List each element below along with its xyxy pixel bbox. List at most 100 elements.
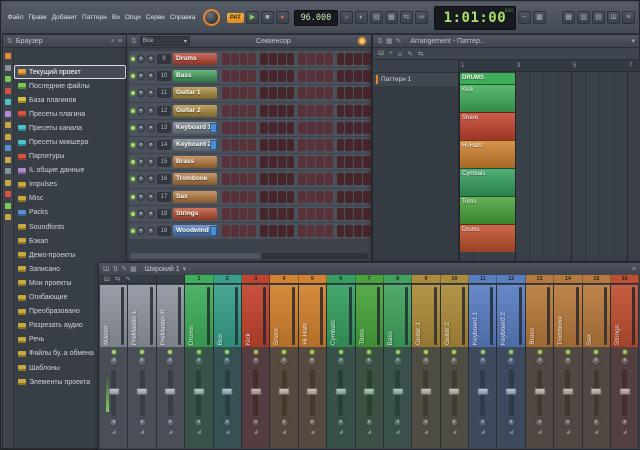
stereo-sep-knob[interactable] xyxy=(251,418,260,427)
step-cell[interactable] xyxy=(345,208,353,220)
browser-category-icon[interactable] xyxy=(5,76,11,82)
mixer-strip-name-area[interactable]: Guitar 2 xyxy=(441,285,468,347)
mixer-pan-knob[interactable] xyxy=(137,356,147,366)
step-cell[interactable] xyxy=(307,53,315,65)
time-display[interactable]: 1:01:00 BAR xyxy=(434,6,516,30)
step-cell[interactable] xyxy=(278,122,286,134)
mixer-strip-tab[interactable]: 13 xyxy=(526,275,554,283)
mixer-pan-knob[interactable] xyxy=(222,356,232,366)
step-cell[interactable] xyxy=(298,173,306,185)
mixer-strip-name-area[interactable]: Toms xyxy=(356,285,383,347)
step-cell[interactable] xyxy=(278,53,286,65)
channel-enable-led[interactable] xyxy=(131,229,135,233)
volume-fader[interactable] xyxy=(509,370,514,416)
browser-menu-icon[interactable]: ≡ xyxy=(118,35,122,48)
step-cell[interactable] xyxy=(287,53,295,65)
step-cell[interactable] xyxy=(345,225,353,237)
stereo-sep-knob[interactable] xyxy=(223,418,232,427)
step-cell[interactable] xyxy=(298,122,306,134)
channel-rack-toggle-icon[interactable]: ▤ xyxy=(592,11,605,24)
channel-pan-knob[interactable] xyxy=(137,72,145,80)
step-cell[interactable] xyxy=(287,105,295,117)
channel-button[interactable]: Sax xyxy=(173,191,217,203)
mixer-pan-knob[interactable] xyxy=(393,356,403,366)
menu-item[interactable]: Ви xyxy=(109,12,122,23)
step-cell[interactable] xyxy=(307,105,315,117)
mixer-strip[interactable]: Keyboard 2 ◢ xyxy=(497,285,525,448)
mixer-grid-icon[interactable]: ▦ xyxy=(130,263,137,276)
mixer-mute-led[interactable] xyxy=(538,350,542,354)
mixer-pencil-icon[interactable]: ✎ xyxy=(121,263,127,276)
fader-handle[interactable] xyxy=(250,388,261,395)
step-cell[interactable] xyxy=(248,105,256,117)
channel-volume-knob[interactable] xyxy=(147,210,155,218)
mixer-mute-led[interactable] xyxy=(594,350,598,354)
fader-handle[interactable] xyxy=(534,388,545,395)
rack-led-glow[interactable] xyxy=(357,36,367,46)
browser-item[interactable]: База плагинов xyxy=(14,93,126,107)
channel-enable-led[interactable] xyxy=(131,143,135,147)
mixer-strip-name-area[interactable]: Bass xyxy=(384,285,411,347)
step-cell[interactable] xyxy=(337,139,345,151)
step-cell[interactable] xyxy=(222,208,230,220)
fader-handle[interactable] xyxy=(449,388,460,395)
playlist-menu-icon[interactable]: ▾ xyxy=(631,35,635,48)
fader-handle[interactable] xyxy=(137,388,148,395)
step-cell[interactable] xyxy=(278,105,286,117)
step-cell[interactable] xyxy=(345,105,353,117)
picker-toggle-icon[interactable]: Ш xyxy=(378,50,384,57)
stereo-sep-knob[interactable] xyxy=(421,418,430,427)
step-cell[interactable] xyxy=(269,87,277,99)
mixer-strip-name-area[interactable]: Cymbals xyxy=(327,285,354,347)
mixer-mute-led[interactable] xyxy=(254,350,258,354)
step-cell[interactable] xyxy=(354,70,362,82)
step-cell[interactable] xyxy=(248,70,256,82)
mixer-pan-knob[interactable] xyxy=(251,356,261,366)
menu-item[interactable]: Паттерн xyxy=(80,12,110,23)
snap-icon[interactable]: ⇆ xyxy=(400,11,413,24)
step-cell[interactable] xyxy=(269,70,277,82)
step-cell[interactable] xyxy=(231,225,239,237)
mixer-strip[interactable]: Bass ◢ xyxy=(384,285,412,448)
fader-handle[interactable] xyxy=(335,388,346,395)
step-cell[interactable] xyxy=(298,53,306,65)
fader-handle[interactable] xyxy=(506,388,517,395)
oscilloscope-icon[interactable]: ~ xyxy=(518,11,531,24)
step-cell[interactable] xyxy=(248,87,256,99)
browser-item[interactable]: IL общие данные xyxy=(14,164,126,178)
step-cell[interactable] xyxy=(298,191,306,203)
stop-button[interactable]: ■ xyxy=(261,11,274,24)
mixer-strip[interactable]: Kick ◢ xyxy=(242,285,270,448)
fader-handle[interactable] xyxy=(193,388,204,395)
fader-handle[interactable] xyxy=(562,388,573,395)
step-cell[interactable] xyxy=(278,70,286,82)
step-cell[interactable] xyxy=(325,139,333,151)
step-cell[interactable] xyxy=(231,191,239,203)
step-cell[interactable] xyxy=(260,139,268,151)
volume-fader[interactable] xyxy=(225,370,230,416)
step-cell[interactable] xyxy=(345,191,353,203)
browser-item[interactable]: Текущий проект xyxy=(14,65,126,79)
mixer-icon[interactable]: Ш xyxy=(103,263,109,276)
step-cell[interactable] xyxy=(363,139,371,151)
step-cell[interactable] xyxy=(337,156,345,168)
pattern-picker-item[interactable]: Паттерн 1 xyxy=(373,73,458,86)
mixer-mute-led[interactable] xyxy=(310,350,314,354)
step-cell[interactable] xyxy=(260,70,268,82)
step-cell[interactable] xyxy=(287,191,295,203)
step-cell[interactable] xyxy=(248,191,256,203)
mixer-toggle-icon[interactable]: Ш xyxy=(607,11,620,24)
channel-button[interactable]: Drums xyxy=(173,53,217,65)
fader-handle[interactable] xyxy=(279,388,290,395)
step-cell[interactable] xyxy=(354,122,362,134)
channel-button[interactable]: Strings xyxy=(173,208,217,220)
step-cell[interactable] xyxy=(287,70,295,82)
step-cell[interactable] xyxy=(316,139,324,151)
step-grid[interactable] xyxy=(222,105,371,117)
step-cell[interactable] xyxy=(287,122,295,134)
volume-fader[interactable] xyxy=(480,370,485,416)
pattern-clip[interactable]: DRUMS Kick Snare xyxy=(460,73,515,252)
step-cell[interactable] xyxy=(316,173,324,185)
mixer-strip-tab[interactable]: 7 xyxy=(356,275,384,283)
channel-volume-knob[interactable] xyxy=(147,175,155,183)
